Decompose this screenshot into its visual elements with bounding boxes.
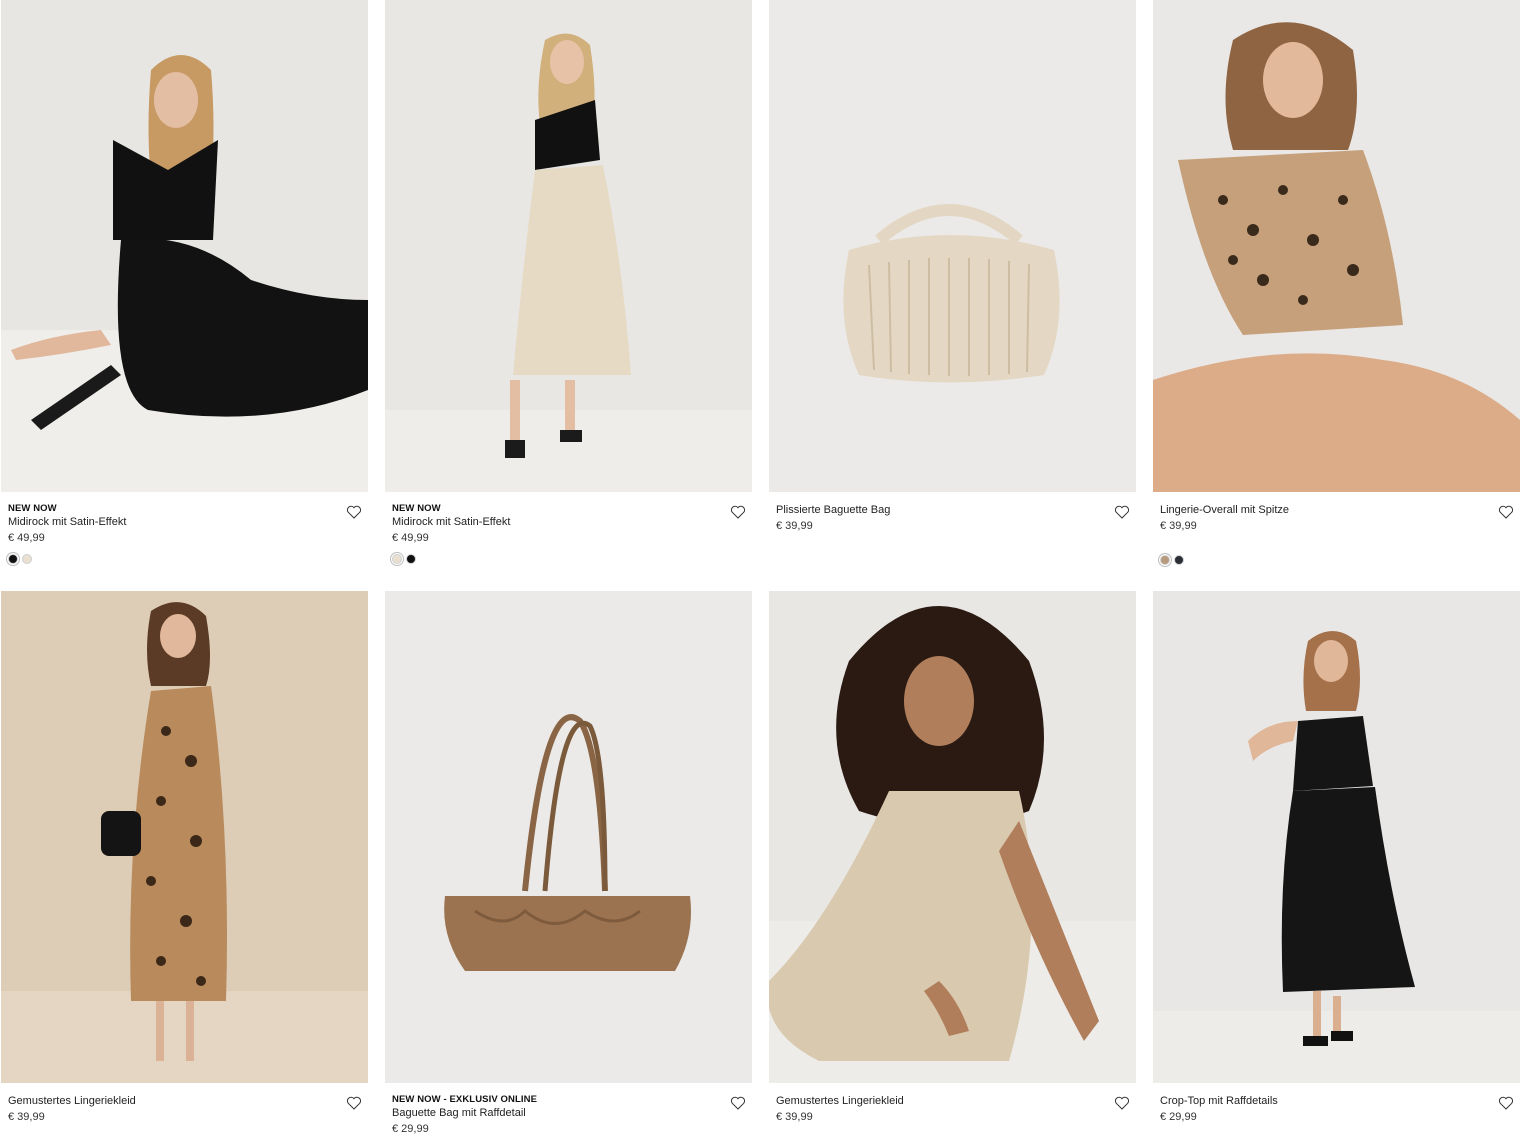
- product-badge: NEW NOW - EXKLUSIV ONLINE: [392, 1094, 537, 1105]
- heart-icon[interactable]: [1114, 504, 1130, 520]
- product-card: Crop-Top mit Raffdetails € 29,99: [1153, 591, 1521, 1137]
- product-card: NEW NOW - EXKLUSIV ONLINE Baguette Bag m…: [385, 591, 753, 1137]
- product-card: Lingerie-Overall mit Spitze € 39,99: [1153, 0, 1521, 591]
- product-price: € 39,99: [1160, 520, 1197, 532]
- product-name[interactable]: Plissierte Baguette Bag: [776, 503, 1097, 518]
- product-image[interactable]: [385, 591, 752, 1083]
- product-card: Plissierte Baguette Bag € 39,99: [769, 0, 1137, 591]
- color-swatch-beige[interactable]: [22, 554, 32, 564]
- product-name[interactable]: Midirock mit Satin-Effekt: [8, 515, 329, 530]
- product-badge: NEW NOW: [392, 503, 441, 514]
- product-image[interactable]: [1153, 591, 1520, 1083]
- product-card: NEW NOW Midirock mit Satin-Effekt € 49,9…: [385, 0, 753, 591]
- product-name[interactable]: Lingerie-Overall mit Spitze: [1160, 503, 1481, 518]
- heart-icon[interactable]: [346, 504, 362, 520]
- product-info: Plissierte Baguette Bag € 39,99: [769, 492, 1137, 591]
- heart-icon[interactable]: [1114, 1095, 1130, 1111]
- color-swatch-navy[interactable]: [1174, 555, 1184, 565]
- product-image[interactable]: [1153, 0, 1520, 492]
- product-name[interactable]: Gemustertes Lingeriekleid: [8, 1094, 329, 1109]
- color-swatch-nude[interactable]: [1160, 555, 1170, 565]
- product-price: € 49,99: [392, 532, 429, 544]
- product-price: € 49,99: [8, 532, 45, 544]
- product-badge: NEW NOW: [8, 503, 57, 514]
- product-image[interactable]: [769, 591, 1136, 1083]
- product-name[interactable]: Baguette Bag mit Raffdetail: [392, 1106, 713, 1121]
- product-grid: NEW NOW Midirock mit Satin-Effekt € 49,9…: [0, 0, 1523, 1137]
- product-info: NEW NOW Midirock mit Satin-Effekt € 49,9…: [1, 492, 369, 591]
- product-info: NEW NOW Midirock mit Satin-Effekt € 49,9…: [385, 492, 753, 591]
- product-card: NEW NOW Midirock mit Satin-Effekt € 49,9…: [1, 0, 369, 591]
- product-card: Gemustertes Lingeriekleid € 39,99: [769, 591, 1137, 1137]
- product-info: Crop-Top mit Raffdetails € 29,99: [1153, 1083, 1521, 1137]
- product-info: NEW NOW - EXKLUSIV ONLINE Baguette Bag m…: [385, 1083, 753, 1137]
- heart-icon[interactable]: [1498, 1095, 1514, 1111]
- product-price: € 29,99: [1160, 1111, 1197, 1123]
- product-card: Gemustertes Lingeriekleid € 39,99: [1, 591, 369, 1137]
- product-price: € 29,99: [392, 1123, 429, 1135]
- color-swatches: [1160, 555, 1481, 565]
- color-swatches: [8, 554, 329, 564]
- heart-icon[interactable]: [1498, 504, 1514, 520]
- product-price: € 39,99: [776, 1111, 813, 1123]
- color-swatch-black[interactable]: [8, 554, 18, 564]
- product-image[interactable]: [1, 0, 368, 492]
- heart-icon[interactable]: [346, 1095, 362, 1111]
- heart-icon[interactable]: [730, 1095, 746, 1111]
- product-price: € 39,99: [8, 1111, 45, 1123]
- product-info: Lingerie-Overall mit Spitze € 39,99: [1153, 492, 1521, 591]
- product-image[interactable]: [769, 0, 1136, 492]
- product-price: € 39,99: [776, 520, 813, 532]
- product-info: Gemustertes Lingeriekleid € 39,99: [769, 1083, 1137, 1137]
- product-info: Gemustertes Lingeriekleid € 39,99: [1, 1083, 369, 1137]
- heart-icon[interactable]: [730, 504, 746, 520]
- product-image[interactable]: [1, 591, 368, 1083]
- color-swatch-beige[interactable]: [392, 554, 402, 564]
- color-swatches: [392, 554, 713, 564]
- product-image[interactable]: [385, 0, 752, 492]
- color-swatch-black[interactable]: [406, 554, 416, 564]
- product-name[interactable]: Gemustertes Lingeriekleid: [776, 1094, 1097, 1109]
- product-name[interactable]: Midirock mit Satin-Effekt: [392, 515, 713, 530]
- product-name[interactable]: Crop-Top mit Raffdetails: [1160, 1094, 1481, 1109]
